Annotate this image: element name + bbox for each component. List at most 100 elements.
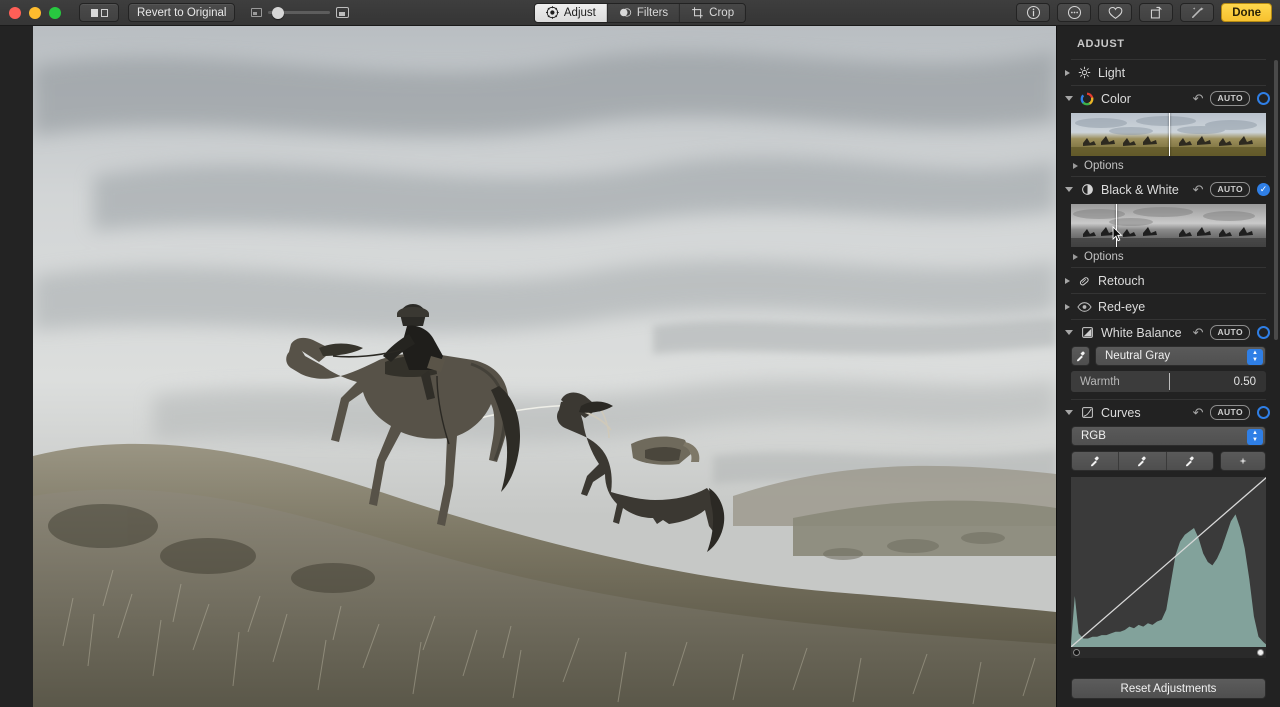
rotate-button[interactable] [1139, 3, 1174, 22]
white-balance-eyedropper-button[interactable] [1071, 346, 1090, 366]
bandage-icon [1076, 273, 1092, 289]
photo-image[interactable] [33, 26, 1056, 707]
sidebar-section-red-eye-label: Red-eye [1098, 299, 1146, 314]
histogram-area [1071, 514, 1266, 647]
disclosure-triangle-icon[interactable] [1065, 187, 1073, 192]
sun-icon [1076, 65, 1092, 81]
sidebar-section-retouch[interactable]: Retouch [1057, 268, 1280, 293]
curves-channel-select[interactable]: RGB ▲ ▼ [1071, 426, 1266, 446]
mouse-cursor [1112, 226, 1123, 242]
black-and-white-enable-toggle[interactable]: ✓ [1257, 183, 1270, 196]
color-enable-toggle[interactable] [1257, 92, 1270, 105]
mode-segmented-control[interactable]: Adjust Filters Crop [533, 2, 747, 23]
reset-black-and-white-button[interactable]: ↶ [1193, 183, 1204, 196]
warmth-slider-handle[interactable] [1168, 373, 1170, 390]
sidebar-section-light-label: Light [1098, 65, 1126, 80]
sidebar-section-color[interactable]: Color ↶ AUTO [1057, 86, 1280, 111]
curves-controls: ↶ AUTO [1193, 405, 1270, 420]
crop-icon [692, 7, 703, 19]
sidebar-section-light[interactable]: Light [1057, 60, 1280, 85]
close-button[interactable] [9, 6, 21, 19]
compare-original-button[interactable] [79, 3, 119, 22]
revert-to-original-button[interactable]: Revert to Original [128, 3, 236, 22]
black-and-white-options-row[interactable]: Options [1057, 247, 1280, 267]
disclosure-triangle-icon[interactable] [1073, 163, 1078, 169]
sidebar-section-curves[interactable]: Curves ↶ AUTO [1057, 400, 1280, 425]
sidebar-section-curves-label: Curves [1101, 405, 1141, 420]
sidebar-section-black-and-white[interactable]: Black & White ↶ AUTO ✓ [1057, 177, 1280, 202]
disclosure-triangle-icon[interactable] [1065, 330, 1073, 335]
favorite-button[interactable] [1098, 3, 1133, 22]
adjust-icon [545, 6, 559, 19]
more-options-button[interactable] [1057, 3, 1092, 22]
zoom-slider-track[interactable] [268, 6, 331, 19]
curves-point-rail[interactable] [1071, 647, 1266, 658]
tab-filters-label: Filters [636, 6, 669, 19]
curves-enable-toggle[interactable] [1257, 406, 1270, 419]
eyedropper-icon [1091, 456, 1099, 467]
done-button[interactable]: Done [1221, 3, 1272, 22]
reset-adjustments-button[interactable]: Reset Adjustments [1071, 678, 1266, 699]
curves-eyedropper-group[interactable] [1071, 451, 1214, 471]
color-controls: ↶ AUTO [1193, 91, 1270, 106]
reset-white-balance-button[interactable]: ↶ [1193, 326, 1204, 339]
eyedropper-icon [1076, 351, 1085, 362]
sidebar-section-red-eye[interactable]: Red-eye [1057, 294, 1280, 319]
black-and-white-controls: ↶ AUTO ✓ [1193, 182, 1270, 197]
photo-canvas[interactable] [0, 26, 1056, 707]
color-preset-strip[interactable] [1071, 113, 1266, 156]
reset-curves-button[interactable]: ↶ [1193, 406, 1204, 419]
curves-add-point-button[interactable] [1220, 451, 1266, 471]
reset-color-button[interactable]: ↶ [1193, 92, 1204, 105]
info-button[interactable] [1016, 3, 1051, 22]
eyedropper-icon [1185, 456, 1194, 467]
tab-filters[interactable]: Filters [607, 3, 681, 22]
curves-auto-button[interactable]: AUTO [1210, 405, 1250, 420]
sidebar-section-white-balance[interactable]: White Balance ↶ AUTO [1057, 320, 1280, 345]
large-image-icon [336, 7, 350, 18]
disclosure-triangle-icon[interactable] [1065, 69, 1070, 76]
color-strip-handle[interactable] [1168, 113, 1170, 156]
toolbar-right: Done [1016, 3, 1272, 22]
disclosure-triangle-icon[interactable] [1065, 303, 1070, 310]
white-balance-mode-select[interactable]: Neutral Gray ▲ ▼ [1095, 346, 1266, 366]
white-point-handle[interactable] [1257, 649, 1264, 656]
black-and-white-preset-strip[interactable] [1071, 204, 1266, 247]
zoom-slider-handle[interactable] [271, 6, 284, 19]
compare-filled-icon [90, 8, 98, 17]
zoom-slider[interactable] [251, 6, 350, 19]
curves-black-point-eyedropper[interactable] [1072, 452, 1120, 470]
white-balance-icon [1079, 325, 1095, 341]
minimize-button[interactable] [29, 6, 41, 19]
disclosure-triangle-icon[interactable] [1065, 96, 1073, 101]
enhance-button[interactable] [1180, 3, 1215, 22]
tab-adjust-label: Adjust [563, 6, 596, 19]
black-point-handle[interactable] [1073, 649, 1080, 656]
curves-icon [1079, 405, 1095, 421]
white-balance-enable-toggle[interactable] [1257, 326, 1270, 339]
sidebar-scrollbar[interactable] [1274, 60, 1278, 340]
curves-gray-point-eyedropper[interactable] [1119, 452, 1167, 470]
curves-white-point-eyedropper[interactable] [1166, 452, 1213, 470]
chevron-updown-icon: ▲ ▼ [1247, 428, 1263, 445]
disclosure-triangle-icon[interactable] [1073, 254, 1078, 260]
curves-graph[interactable] [1071, 477, 1266, 647]
white-balance-mode-value: Neutral Gray [1105, 350, 1171, 362]
half-circle-icon [1079, 182, 1095, 198]
adjust-sidebar[interactable]: ADJUST Light Color ↶ AUTO Options Black … [1056, 26, 1280, 707]
white-balance-mode-row: Neutral Gray ▲ ▼ [1057, 345, 1280, 366]
warmth-slider[interactable]: Warmth 0.50 [1071, 371, 1266, 392]
chevron-updown-icon: ▲ ▼ [1247, 348, 1263, 365]
eyedropper-icon [1138, 456, 1147, 467]
tab-crop[interactable]: Crop [680, 3, 746, 22]
disclosure-triangle-icon[interactable] [1065, 410, 1073, 415]
zoom-button[interactable] [49, 6, 61, 19]
curves-channel-value: RGB [1081, 430, 1106, 442]
color-auto-button[interactable]: AUTO [1210, 91, 1250, 106]
rotate-icon [1150, 6, 1162, 19]
disclosure-triangle-icon[interactable] [1065, 277, 1070, 284]
tab-adjust[interactable]: Adjust [534, 3, 608, 22]
black-and-white-auto-button[interactable]: AUTO [1210, 182, 1250, 197]
color-options-row[interactable]: Options [1057, 156, 1280, 176]
white-balance-auto-button[interactable]: AUTO [1210, 325, 1250, 340]
